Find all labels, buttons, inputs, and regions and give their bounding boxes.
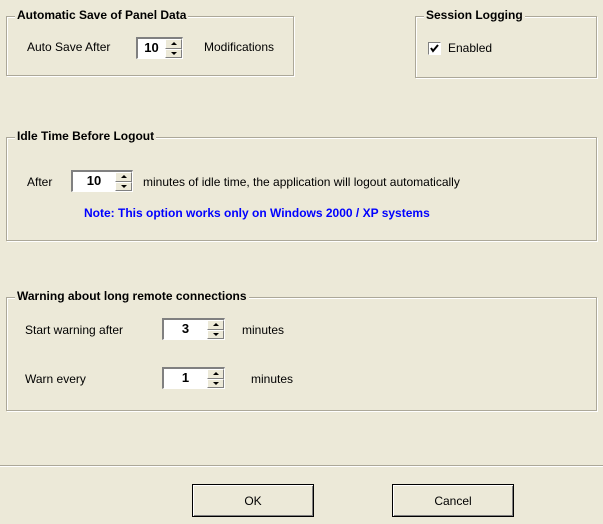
start-warning-label: Start warning after	[25, 323, 124, 337]
idle-after-label: After	[27, 175, 53, 189]
enabled-checkbox[interactable]	[428, 42, 441, 55]
auto-save-unit: Modifications	[204, 40, 275, 54]
start-warning-value[interactable]: 3	[164, 320, 207, 339]
spin-down-icon[interactable]	[165, 48, 182, 58]
cancel-button[interactable]: Cancel	[392, 484, 514, 517]
footer-separator	[0, 465, 603, 467]
idle-description: minutes of idle time, the application wi…	[143, 175, 460, 189]
spin-down-icon[interactable]	[115, 181, 132, 191]
spin-up-icon[interactable]	[165, 39, 182, 49]
ok-button[interactable]: OK	[192, 484, 314, 517]
auto-save-value[interactable]: 10	[138, 39, 165, 58]
start-warning-spinner[interactable]: 3	[162, 318, 225, 340]
idle-time-spinner[interactable]: 10	[71, 170, 133, 192]
idle-note: Note: This option works only on Windows …	[84, 206, 430, 220]
start-warning-unit: minutes	[242, 323, 285, 337]
idle-time-legend: Idle Time Before Logout	[15, 129, 157, 143]
spin-down-icon[interactable]	[207, 329, 224, 339]
enabled-label[interactable]: Enabled	[448, 41, 492, 55]
warning-legend: Warning about long remote connections	[15, 289, 249, 303]
auto-save-label: Auto Save After	[27, 40, 111, 54]
warn-every-unit: minutes	[251, 372, 294, 386]
warn-every-value[interactable]: 1	[164, 369, 207, 388]
auto-save-spinner[interactable]: 10	[136, 37, 183, 59]
spin-up-icon[interactable]	[115, 172, 132, 182]
idle-time-group: Idle Time Before Logout After 10 minutes…	[6, 129, 597, 241]
auto-save-group: Automatic Save of Panel Data Auto Save A…	[6, 8, 294, 76]
session-logging-group: Session Logging Enabled	[415, 8, 597, 78]
spin-up-icon[interactable]	[207, 320, 224, 330]
spin-down-icon[interactable]	[207, 378, 224, 388]
warn-every-label: Warn every	[25, 372, 86, 386]
session-logging-legend: Session Logging	[424, 8, 525, 22]
warn-every-spinner[interactable]: 1	[162, 367, 225, 389]
auto-save-legend: Automatic Save of Panel Data	[15, 8, 189, 22]
warning-group: Warning about long remote connections St…	[6, 289, 597, 411]
spin-up-icon[interactable]	[207, 369, 224, 379]
idle-time-value[interactable]: 10	[73, 172, 115, 191]
check-icon	[430, 44, 439, 53]
